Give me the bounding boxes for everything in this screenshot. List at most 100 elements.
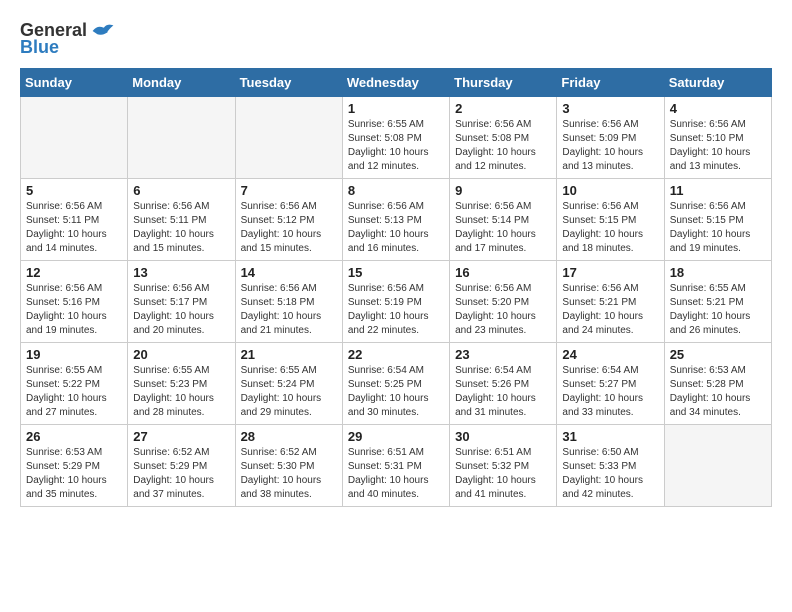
calendar-day-empty <box>21 97 128 179</box>
day-number: 19 <box>26 347 122 362</box>
calendar-day-1: 1 Sunrise: 6:55 AM Sunset: 5:08 PM Daylig… <box>342 97 449 179</box>
calendar-header-saturday: Saturday <box>664 69 771 97</box>
day-number: 26 <box>26 429 122 444</box>
calendar-day-29: 29 Sunrise: 6:51 AM Sunset: 5:31 PM Dayli… <box>342 425 449 507</box>
day-info: Sunrise: 6:55 AM Sunset: 5:08 PM Dayligh… <box>348 118 444 174</box>
day-number: 6 <box>133 183 229 198</box>
day-number: 24 <box>562 347 658 362</box>
calendar-day-empty <box>235 97 342 179</box>
day-number: 28 <box>241 429 337 444</box>
day-info: Sunrise: 6:54 AM Sunset: 5:25 PM Dayligh… <box>348 364 444 420</box>
day-number: 5 <box>26 183 122 198</box>
calendar-day-21: 21 Sunrise: 6:55 AM Sunset: 5:24 PM Dayli… <box>235 343 342 425</box>
calendar-day-17: 17 Sunrise: 6:56 AM Sunset: 5:21 PM Dayli… <box>557 261 664 343</box>
calendar-day-27: 27 Sunrise: 6:52 AM Sunset: 5:29 PM Dayli… <box>128 425 235 507</box>
calendar-day-3: 3Sunrise: 6:56 AM Sunset: 5:09 PM Daylig… <box>557 97 664 179</box>
day-number: 25 <box>670 347 766 362</box>
calendar-day-11: 11Sunrise: 6:56 AM Sunset: 5:15 PM Dayli… <box>664 179 771 261</box>
day-info: Sunrise: 6:51 AM Sunset: 5:32 PM Dayligh… <box>455 446 551 502</box>
day-number: 7 <box>241 183 337 198</box>
calendar-week-3: 12 Sunrise: 6:56 AM Sunset: 5:16 PM Dayli… <box>21 261 772 343</box>
day-number: 14 <box>241 265 337 280</box>
day-info: Sunrise: 6:56 AM Sunset: 5:19 PM Dayligh… <box>348 282 444 338</box>
day-number: 27 <box>133 429 229 444</box>
day-number: 13 <box>133 265 229 280</box>
day-info: Sunrise: 6:56 AM Sunset: 5:16 PM Dayligh… <box>26 282 122 338</box>
day-info: Sunrise: 6:56 AM Sunset: 5:08 PM Dayligh… <box>455 118 551 174</box>
calendar-day-18: 18 Sunrise: 6:55 AM Sunset: 5:21 PM Dayli… <box>664 261 771 343</box>
day-number: 9 <box>455 183 551 198</box>
calendar-day-4: 4 Sunrise: 6:56 AM Sunset: 5:10 PM Daylig… <box>664 97 771 179</box>
day-info: Sunrise: 6:56 AM Sunset: 5:13 PM Dayligh… <box>348 200 444 256</box>
day-info: Sunrise: 6:55 AM Sunset: 5:23 PM Dayligh… <box>133 364 229 420</box>
calendar-day-8: 8Sunrise: 6:56 AM Sunset: 5:13 PM Daylig… <box>342 179 449 261</box>
day-info: Sunrise: 6:56 AM Sunset: 5:09 PM Dayligh… <box>562 118 658 174</box>
calendar-header-wednesday: Wednesday <box>342 69 449 97</box>
calendar-header-sunday: Sunday <box>21 69 128 97</box>
calendar-day-26: 26 Sunrise: 6:53 AM Sunset: 5:29 PM Dayli… <box>21 425 128 507</box>
day-info: Sunrise: 6:51 AM Sunset: 5:31 PM Dayligh… <box>348 446 444 502</box>
day-info: Sunrise: 6:53 AM Sunset: 5:28 PM Dayligh… <box>670 364 766 420</box>
day-number: 12 <box>26 265 122 280</box>
calendar-day-14: 14 Sunrise: 6:56 AM Sunset: 5:18 PM Dayli… <box>235 261 342 343</box>
day-number: 15 <box>348 265 444 280</box>
calendar-header-monday: Monday <box>128 69 235 97</box>
day-info: Sunrise: 6:55 AM Sunset: 5:22 PM Dayligh… <box>26 364 122 420</box>
day-info: Sunrise: 6:50 AM Sunset: 5:33 PM Dayligh… <box>562 446 658 502</box>
calendar-day-empty <box>128 97 235 179</box>
day-number: 31 <box>562 429 658 444</box>
calendar-header-friday: Friday <box>557 69 664 97</box>
day-info: Sunrise: 6:56 AM Sunset: 5:15 PM Dayligh… <box>562 200 658 256</box>
page-header: General Blue <box>20 20 772 58</box>
calendar-day-22: 22 Sunrise: 6:54 AM Sunset: 5:25 PM Dayli… <box>342 343 449 425</box>
logo-bird-icon <box>91 21 115 41</box>
day-info: Sunrise: 6:56 AM Sunset: 5:12 PM Dayligh… <box>241 200 337 256</box>
calendar-header-tuesday: Tuesday <box>235 69 342 97</box>
day-number: 2 <box>455 101 551 116</box>
calendar-week-1: 1 Sunrise: 6:55 AM Sunset: 5:08 PM Daylig… <box>21 97 772 179</box>
day-number: 17 <box>562 265 658 280</box>
calendar-day-empty <box>664 425 771 507</box>
day-number: 18 <box>670 265 766 280</box>
day-info: Sunrise: 6:56 AM Sunset: 5:10 PM Dayligh… <box>670 118 766 174</box>
day-info: Sunrise: 6:56 AM Sunset: 5:21 PM Dayligh… <box>562 282 658 338</box>
day-info: Sunrise: 6:56 AM Sunset: 5:15 PM Dayligh… <box>670 200 766 256</box>
calendar-week-5: 26 Sunrise: 6:53 AM Sunset: 5:29 PM Dayli… <box>21 425 772 507</box>
calendar-day-9: 9Sunrise: 6:56 AM Sunset: 5:14 PM Daylig… <box>450 179 557 261</box>
day-info: Sunrise: 6:56 AM Sunset: 5:11 PM Dayligh… <box>133 200 229 256</box>
calendar-day-10: 10Sunrise: 6:56 AM Sunset: 5:15 PM Dayli… <box>557 179 664 261</box>
day-info: Sunrise: 6:53 AM Sunset: 5:29 PM Dayligh… <box>26 446 122 502</box>
day-info: Sunrise: 6:55 AM Sunset: 5:21 PM Dayligh… <box>670 282 766 338</box>
day-info: Sunrise: 6:56 AM Sunset: 5:20 PM Dayligh… <box>455 282 551 338</box>
calendar-week-4: 19 Sunrise: 6:55 AM Sunset: 5:22 PM Dayli… <box>21 343 772 425</box>
day-number: 21 <box>241 347 337 362</box>
day-number: 20 <box>133 347 229 362</box>
calendar-day-13: 13 Sunrise: 6:56 AM Sunset: 5:17 PM Dayli… <box>128 261 235 343</box>
calendar-day-16: 16 Sunrise: 6:56 AM Sunset: 5:20 PM Dayli… <box>450 261 557 343</box>
calendar-day-7: 7 Sunrise: 6:56 AM Sunset: 5:12 PM Daylig… <box>235 179 342 261</box>
calendar-day-28: 28 Sunrise: 6:52 AM Sunset: 5:30 PM Dayli… <box>235 425 342 507</box>
day-number: 4 <box>670 101 766 116</box>
day-info: Sunrise: 6:56 AM Sunset: 5:11 PM Dayligh… <box>26 200 122 256</box>
day-number: 29 <box>348 429 444 444</box>
calendar-header-row: SundayMondayTuesdayWednesdayThursdayFrid… <box>21 69 772 97</box>
day-info: Sunrise: 6:56 AM Sunset: 5:17 PM Dayligh… <box>133 282 229 338</box>
day-number: 30 <box>455 429 551 444</box>
calendar-week-2: 5 Sunrise: 6:56 AM Sunset: 5:11 PM Daylig… <box>21 179 772 261</box>
day-number: 23 <box>455 347 551 362</box>
calendar-day-31: 31 Sunrise: 6:50 AM Sunset: 5:33 PM Dayli… <box>557 425 664 507</box>
day-info: Sunrise: 6:52 AM Sunset: 5:29 PM Dayligh… <box>133 446 229 502</box>
day-info: Sunrise: 6:52 AM Sunset: 5:30 PM Dayligh… <box>241 446 337 502</box>
calendar-day-20: 20 Sunrise: 6:55 AM Sunset: 5:23 PM Dayli… <box>128 343 235 425</box>
calendar-day-2: 2 Sunrise: 6:56 AM Sunset: 5:08 PM Daylig… <box>450 97 557 179</box>
day-number: 22 <box>348 347 444 362</box>
day-number: 1 <box>348 101 444 116</box>
calendar-header-thursday: Thursday <box>450 69 557 97</box>
day-info: Sunrise: 6:55 AM Sunset: 5:24 PM Dayligh… <box>241 364 337 420</box>
logo: General Blue <box>20 20 115 58</box>
calendar-day-12: 12 Sunrise: 6:56 AM Sunset: 5:16 PM Dayli… <box>21 261 128 343</box>
calendar-day-19: 19 Sunrise: 6:55 AM Sunset: 5:22 PM Dayli… <box>21 343 128 425</box>
day-number: 16 <box>455 265 551 280</box>
day-info: Sunrise: 6:56 AM Sunset: 5:18 PM Dayligh… <box>241 282 337 338</box>
calendar-day-25: 25 Sunrise: 6:53 AM Sunset: 5:28 PM Dayli… <box>664 343 771 425</box>
